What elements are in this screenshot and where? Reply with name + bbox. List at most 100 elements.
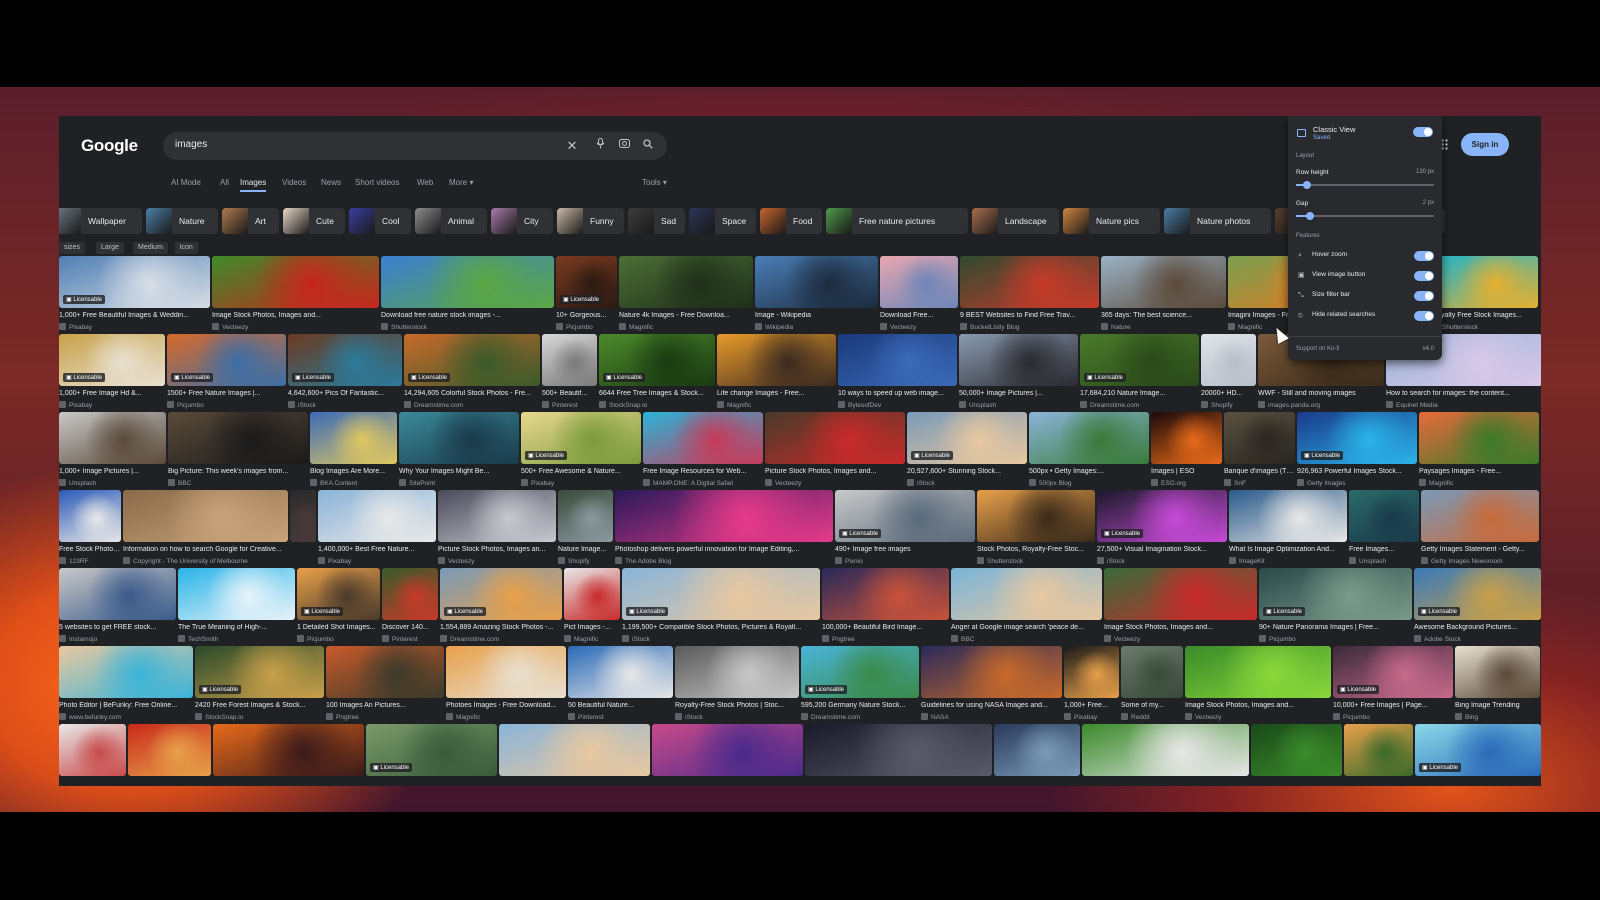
image-result[interactable]: [652, 724, 803, 786]
result-source[interactable]: Dreamstime.com: [440, 635, 562, 643]
image-result[interactable]: [1082, 724, 1249, 786]
result-thumbnail[interactable]: [59, 568, 176, 620]
image-result[interactable]: Nature 4k Images - Free Downloa... Magnif…: [619, 256, 753, 332]
clear-icon[interactable]: ✕: [563, 137, 581, 155]
result-thumbnail[interactable]: [438, 490, 556, 542]
result-thumbnail[interactable]: [643, 412, 763, 464]
result-source[interactable]: Pixabay: [521, 479, 641, 487]
result-source[interactable]: Shutterstock: [977, 557, 1095, 565]
image-result[interactable]: Photoshop delivers powerful innovation f…: [615, 490, 833, 566]
result-title[interactable]: Nature Image...: [558, 546, 613, 553]
result-thumbnail[interactable]: [1104, 568, 1257, 620]
result-source[interactable]: Magnific: [446, 713, 566, 721]
result-title[interactable]: 1,400,000+ Best Free Nature...: [318, 546, 436, 553]
result-title[interactable]: 500+ Free Awesome & Nature...: [521, 468, 641, 475]
result-source[interactable]: Vecteezy: [1104, 635, 1257, 643]
result-thumbnail[interactable]: [382, 568, 438, 620]
result-title[interactable]: How to search for images: the content...: [1386, 390, 1541, 397]
result-source[interactable]: TechSmith: [178, 635, 295, 643]
image-result[interactable]: ▣ Licensable: [1415, 724, 1541, 786]
result-title[interactable]: Photo Editor | BeFunky: Free Online...: [59, 702, 193, 709]
result-title[interactable]: 50,000+ Image Pictures |...: [959, 390, 1078, 397]
result-source[interactable]: Magnific: [564, 635, 620, 643]
image-result[interactable]: ▣ Licensable 490+ Image free images Pixnio: [835, 490, 975, 566]
result-thumbnail[interactable]: [1229, 490, 1347, 542]
result-title[interactable]: Blog Images Are More...: [310, 468, 397, 475]
result-source[interactable]: iStock: [288, 401, 402, 409]
tools-menu[interactable]: Tools ▾: [642, 178, 667, 187]
result-title[interactable]: Photoshop delivers powerful innovation f…: [615, 546, 833, 553]
result-title[interactable]: Free Images...: [1349, 546, 1419, 553]
result-thumbnail[interactable]: [765, 412, 905, 464]
search-icon[interactable]: [639, 137, 657, 155]
result-title[interactable]: 14,294,605 Colorful Stock Photos - Fre..…: [404, 390, 540, 397]
result-thumbnail[interactable]: [558, 490, 613, 542]
image-result[interactable]: [499, 724, 650, 786]
chip-animal[interactable]: Animal: [415, 208, 487, 234]
tab-news[interactable]: News: [321, 178, 341, 187]
image-result[interactable]: Discover 140... Pinterest: [382, 568, 438, 644]
classic-view-toggle[interactable]: [1413, 127, 1433, 137]
result-source[interactable]: Shopify: [558, 557, 613, 565]
result-title[interactable]: 1,000+ Free Beautiful Images & Weddin...: [59, 312, 210, 319]
result-title[interactable]: Pict Images -...: [564, 624, 620, 631]
gap-slider[interactable]: [1296, 212, 1434, 220]
result-source[interactable]: SnF: [1224, 479, 1295, 487]
result-source[interactable]: Getty Images: [1297, 479, 1417, 487]
image-result[interactable]: Download free nature stock images -... Sh…: [381, 256, 554, 332]
result-source[interactable]: Picjumbo: [167, 401, 286, 409]
image-result[interactable]: Paysages Images - Free... Magnific: [1419, 412, 1539, 488]
result-title[interactable]: 1500+ Free Nature Images |...: [167, 390, 286, 397]
result-thumbnail[interactable]: [1201, 334, 1256, 386]
image-result[interactable]: Why Your Images Might Be... SitePoint: [399, 412, 519, 488]
result-thumbnail[interactable]: [1029, 412, 1149, 464]
result-source[interactable]: Pixabay: [59, 401, 165, 409]
result-thumbnail[interactable]: [1224, 412, 1295, 464]
result-title[interactable]: Big Picture: This week's images from...: [168, 468, 308, 475]
chip-nature-photos[interactable]: Nature photos: [1164, 208, 1271, 234]
result-title[interactable]: 100 Images An Pictures...: [326, 702, 444, 709]
result-source[interactable]: BytesofDev: [838, 401, 957, 409]
result-source[interactable]: Bing: [1455, 713, 1540, 721]
size-filter-large[interactable]: Large: [96, 242, 124, 254]
result-source[interactable]: ESO.org: [1151, 479, 1222, 487]
result-source[interactable]: The Adobe Blog: [615, 557, 833, 565]
result-thumbnail[interactable]: [59, 412, 166, 464]
result-thumbnail[interactable]: [880, 256, 958, 308]
result-title[interactable]: Life change Images - Free...: [717, 390, 836, 397]
result-thumbnail[interactable]: [1349, 490, 1419, 542]
result-title[interactable]: 2420 Free Forest Images & Stock...: [195, 702, 324, 709]
result-thumbnail[interactable]: [326, 646, 444, 698]
feature-toggle-size-filter-bar[interactable]: [1414, 291, 1434, 301]
chip-space[interactable]: Space: [689, 208, 756, 234]
result-title[interactable]: 1,000+ Free...: [1064, 702, 1119, 709]
image-result[interactable]: 20000+ HD... Shopify: [1201, 334, 1256, 410]
image-result[interactable]: Blog Images Are More... BKA Content: [310, 412, 397, 488]
result-title[interactable]: Guidelines for using NASA Images and...: [921, 702, 1062, 709]
result-title[interactable]: 20,927,600+ Stunning Stock...: [907, 468, 1027, 475]
image-result[interactable]: Images | ESO ESO.org: [1151, 412, 1222, 488]
result-thumbnail[interactable]: [960, 256, 1099, 308]
tab-videos[interactable]: Videos: [282, 178, 306, 187]
result-title[interactable]: 9 BEST Websites to Find Free Trav...: [960, 312, 1099, 319]
image-result[interactable]: Download Free... Vecteezy: [880, 256, 958, 332]
result-title[interactable]: Photoes Images - Free Download...: [446, 702, 566, 709]
image-result[interactable]: 1,400,000+ Best Free Nature... Pixabay: [318, 490, 436, 566]
chip-nature-pics[interactable]: Nature pics: [1063, 208, 1160, 234]
result-thumbnail[interactable]: [1121, 646, 1183, 698]
result-thumbnail[interactable]: [1344, 724, 1413, 776]
result-thumbnail[interactable]: [399, 412, 519, 464]
image-result[interactable]: 100 Images An Pictures... Pngtree: [326, 646, 444, 722]
result-title[interactable]: 5 websites to get FREE stock...: [59, 624, 176, 631]
result-title[interactable]: Banque d'images (The...: [1224, 468, 1295, 475]
image-result[interactable]: Image - Wikipedia Wikipedia: [755, 256, 878, 332]
image-result[interactable]: What Is Image Optimization And... ImageKi…: [1229, 490, 1347, 566]
result-thumbnail[interactable]: [1082, 724, 1249, 776]
image-result[interactable]: Free Stock Photos... 123RF: [59, 490, 121, 566]
image-result[interactable]: ▣ Licensable 4,642,600+ Pics Of Fantastic…: [288, 334, 402, 410]
result-thumbnail[interactable]: [615, 490, 833, 542]
result-source[interactable]: www.befunky.com: [59, 713, 193, 721]
chip-wallpaper[interactable]: Wallpaper: [59, 208, 142, 234]
feature-toggle-hide-related-searches[interactable]: [1414, 311, 1434, 321]
tab-web[interactable]: Web: [417, 178, 433, 187]
